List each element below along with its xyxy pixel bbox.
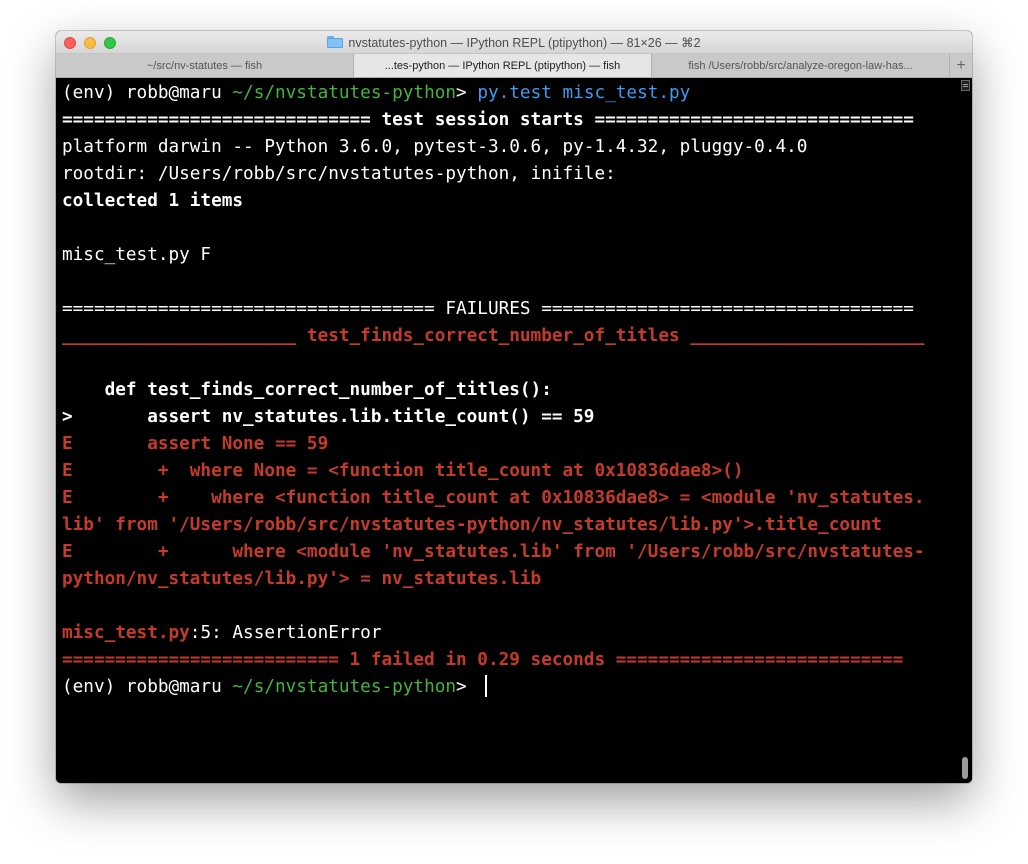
failures-header: =================================== FAIL…	[62, 299, 914, 319]
title-bar[interactable]: nvstatutes-python — IPython REPL (ptipyt…	[56, 31, 972, 54]
error-line: lib' from '/Users/robb/src/nvstatutes-py…	[62, 515, 882, 535]
scrollbar[interactable]	[958, 78, 972, 783]
source-assert-line: > assert nv_statutes.lib.title_count() =…	[62, 407, 595, 427]
prompt-env: (env) robb@maru	[62, 83, 233, 103]
error-location-detail: :5: AssertionError	[189, 623, 382, 643]
summary-line: ========================== 1 failed in 0…	[62, 650, 904, 670]
tab-nv-statutes[interactable]: ~/src/nv-statutes — fish	[56, 54, 354, 77]
tab-bar: ~/src/nv-statutes — fish ...tes-python —…	[56, 54, 972, 78]
prompt-line: (env) robb@maru ~/s/nvstatutes-python> p…	[62, 80, 954, 107]
new-tab-button[interactable]: +	[950, 54, 972, 77]
error-location-line: misc_test.py:5: AssertionError	[62, 620, 954, 647]
command-argument: misc_test.py	[562, 83, 691, 103]
text-cursor	[485, 675, 488, 697]
terminal-window: nvstatutes-python — IPython REPL (ptipyt…	[56, 31, 972, 783]
tab-analyze-oregon-law[interactable]: fish /Users/robb/src/analyze-oregon-law-…	[652, 54, 950, 77]
prompt-directory: ~/s/nvstatutes-python	[232, 677, 457, 697]
prompt-symbol: >	[456, 83, 478, 103]
command-name: py.test	[477, 83, 552, 103]
error-line: python/nv_statutes/lib.py'> = nv_statute…	[62, 569, 542, 589]
error-line: E + where None = <function title_count a…	[62, 461, 744, 481]
prompt-symbol: >	[456, 677, 478, 697]
prompt-directory: ~/s/nvstatutes-python	[232, 83, 457, 103]
folder-icon	[327, 36, 344, 48]
error-line: E + where <function title_count at 0x108…	[62, 488, 925, 508]
source-def-line: def test_finds_correct_number_of_titles(…	[62, 380, 552, 400]
collected-line: collected 1 items	[62, 191, 244, 211]
prompt-env: (env) robb@maru	[62, 677, 233, 697]
scrollbar-thumb[interactable]	[962, 757, 968, 779]
rootdir-line: rootdir: /Users/robb/src/nvstatutes-pyth…	[62, 164, 616, 184]
session-start-line: ============================= test sessi…	[62, 110, 914, 130]
error-location-file: misc_test.py	[62, 623, 190, 643]
test-name-header: ______________________ test_finds_correc…	[62, 326, 925, 346]
window-title: nvstatutes-python — IPython REPL (ptipyt…	[348, 35, 701, 50]
prompt-line: (env) robb@maru ~/s/nvstatutes-python>	[62, 674, 954, 701]
tab-ipython-repl[interactable]: ...tes-python — IPython REPL (ptipython)…	[354, 54, 652, 77]
error-line: E + where <module 'nv_statutes.lib' from…	[62, 542, 925, 562]
terminal-output[interactable]: (env) robb@maru ~/s/nvstatutes-python> p…	[56, 78, 972, 783]
platform-line: platform darwin -- Python 3.6.0, pytest-…	[62, 137, 808, 157]
error-line: E assert None == 59	[62, 434, 329, 454]
window-title-group: nvstatutes-python — IPython REPL (ptipyt…	[56, 31, 972, 53]
progress-line: misc_test.py F	[62, 245, 212, 265]
